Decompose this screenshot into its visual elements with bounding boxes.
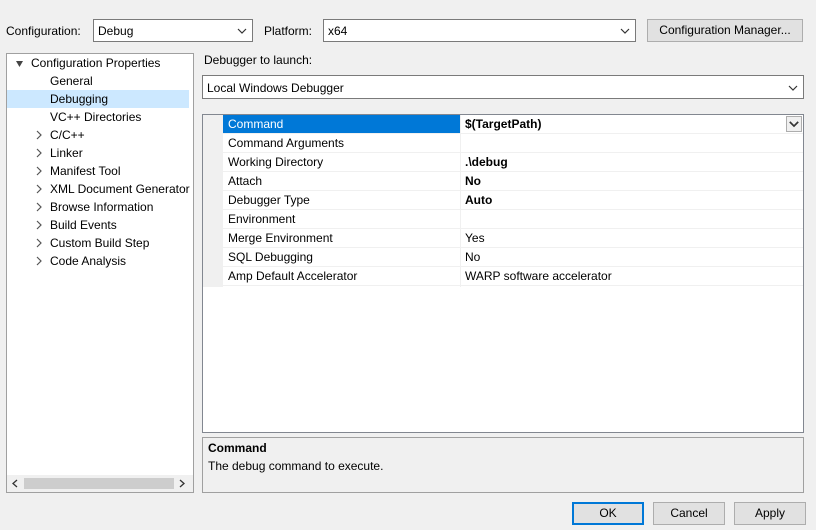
collapsed-triangle-icon[interactable]	[34, 256, 44, 266]
tree-item[interactable]: Custom Build Step	[7, 234, 189, 252]
tree-item[interactable]: Linker	[7, 144, 189, 162]
tree-item-label: General	[50, 74, 93, 88]
tree-item[interactable]: XML Document Generator	[7, 180, 190, 198]
property-description-panel: Command The debug command to execute.	[202, 437, 804, 493]
chevron-down-icon	[788, 85, 798, 91]
property-row[interactable]: SQL Debugging No	[203, 248, 803, 267]
tree-item[interactable]: Build Events	[7, 216, 189, 234]
tree-horizontal-scrollbar[interactable]	[7, 475, 193, 492]
expanded-triangle-icon[interactable]	[15, 59, 25, 69]
property-row[interactable]: Working Directory .\debug	[203, 153, 803, 172]
property-tree[interactable]: Configuration Properties General Debuggin…	[6, 53, 194, 493]
property-row[interactable]: Command $(TargetPath)	[203, 115, 803, 134]
collapsed-triangle-icon[interactable]	[34, 166, 44, 176]
tree-item[interactable]: General	[7, 72, 189, 90]
scrollbar-thumb[interactable]	[24, 478, 174, 489]
tree-item-label: Code Analysis	[50, 254, 127, 268]
property-value[interactable]: Auto	[465, 193, 492, 207]
property-row[interactable]: Amp Default Accelerator WARP software acc…	[203, 267, 803, 286]
scroll-right-icon[interactable]	[178, 479, 186, 488]
configuration-manager-button[interactable]: Configuration Manager...	[647, 19, 803, 42]
collapsed-triangle-icon[interactable]	[34, 130, 44, 140]
tree-item-label: C/C++	[50, 128, 85, 142]
property-value[interactable]: Yes	[465, 231, 485, 245]
collapsed-triangle-icon[interactable]	[34, 238, 44, 248]
value-dropdown-button[interactable]	[786, 116, 802, 132]
property-grid[interactable]: Command $(TargetPath) Command Arguments Wor…	[202, 114, 804, 433]
property-row[interactable]: Debugger Type Auto	[203, 191, 803, 210]
property-name: Command	[228, 117, 284, 131]
property-name: Working Directory	[228, 155, 324, 169]
property-row[interactable]: Environment	[203, 210, 803, 229]
tree-item[interactable]: C/C++	[7, 126, 189, 144]
tree-item[interactable]: Manifest Tool	[7, 162, 189, 180]
platform-label: Platform:	[264, 24, 313, 38]
collapsed-triangle-icon[interactable]	[34, 148, 44, 158]
tree-root-label: Configuration Properties	[31, 56, 161, 70]
tree-item[interactable]: Code Analysis	[7, 252, 189, 270]
property-row[interactable]: Command Arguments	[203, 134, 803, 153]
description-text: The debug command to execute.	[208, 459, 384, 473]
platform-value: x64	[328, 24, 348, 38]
property-value[interactable]: WARP software accelerator	[465, 269, 612, 283]
property-row[interactable]: Merge Environment Yes	[203, 229, 803, 248]
property-value[interactable]: .\debug	[465, 155, 508, 169]
property-name: Environment	[228, 212, 296, 226]
collapsed-triangle-icon[interactable]	[34, 202, 44, 212]
tree-item-label: XML Document Generator	[50, 182, 190, 196]
property-name: Debugger Type	[228, 193, 310, 207]
tree-item-label: Debugging	[50, 92, 109, 106]
chevron-down-icon	[237, 28, 247, 34]
configuration-dropdown[interactable]: Debug	[93, 19, 253, 42]
debugger-launch-dropdown[interactable]: Local Windows Debugger	[202, 75, 804, 99]
tree-item-label: Linker	[50, 146, 83, 160]
chevron-down-icon	[789, 121, 799, 128]
debugger-launch-value: Local Windows Debugger	[207, 81, 344, 95]
property-row[interactable]: Attach No	[203, 172, 803, 191]
property-name: Command Arguments	[228, 136, 345, 150]
row-divider	[223, 285, 803, 286]
property-name: Merge Environment	[228, 231, 333, 245]
property-value[interactable]: No	[465, 174, 481, 188]
tree-item-label: Browse Information	[50, 200, 154, 214]
apply-button[interactable]: Apply	[734, 502, 806, 525]
debugger-launch-label: Debugger to launch:	[204, 53, 313, 67]
collapsed-triangle-icon[interactable]	[34, 220, 44, 230]
description-title: Command	[208, 441, 267, 455]
tree-item[interactable]: VC++ Directories	[7, 108, 189, 126]
chevron-down-icon	[620, 28, 630, 34]
scroll-left-icon[interactable]	[11, 479, 19, 488]
tree-item-label: Custom Build Step	[50, 236, 150, 250]
collapsed-triangle-icon[interactable]	[34, 184, 44, 194]
tree-item[interactable]: Browse Information	[7, 198, 189, 216]
cancel-button[interactable]: Cancel	[653, 502, 725, 525]
property-name: Attach	[228, 174, 263, 188]
configuration-label: Configuration:	[6, 24, 81, 38]
ok-button[interactable]: OK	[572, 502, 644, 525]
configuration-value: Debug	[98, 24, 134, 38]
tree-item[interactable]: Debugging	[7, 90, 189, 108]
platform-dropdown[interactable]: x64	[323, 19, 636, 42]
tree-item-label: VC++ Directories	[50, 110, 142, 124]
property-value[interactable]: No	[465, 250, 480, 264]
property-value[interactable]: $(TargetPath)	[465, 117, 541, 131]
tree-item-label: Build Events	[50, 218, 117, 232]
tree-root-configuration-properties[interactable]: Configuration Properties	[7, 54, 193, 72]
property-name: SQL Debugging	[228, 250, 313, 264]
tree-item-label: Manifest Tool	[50, 164, 121, 178]
property-name: Amp Default Accelerator	[228, 269, 358, 283]
